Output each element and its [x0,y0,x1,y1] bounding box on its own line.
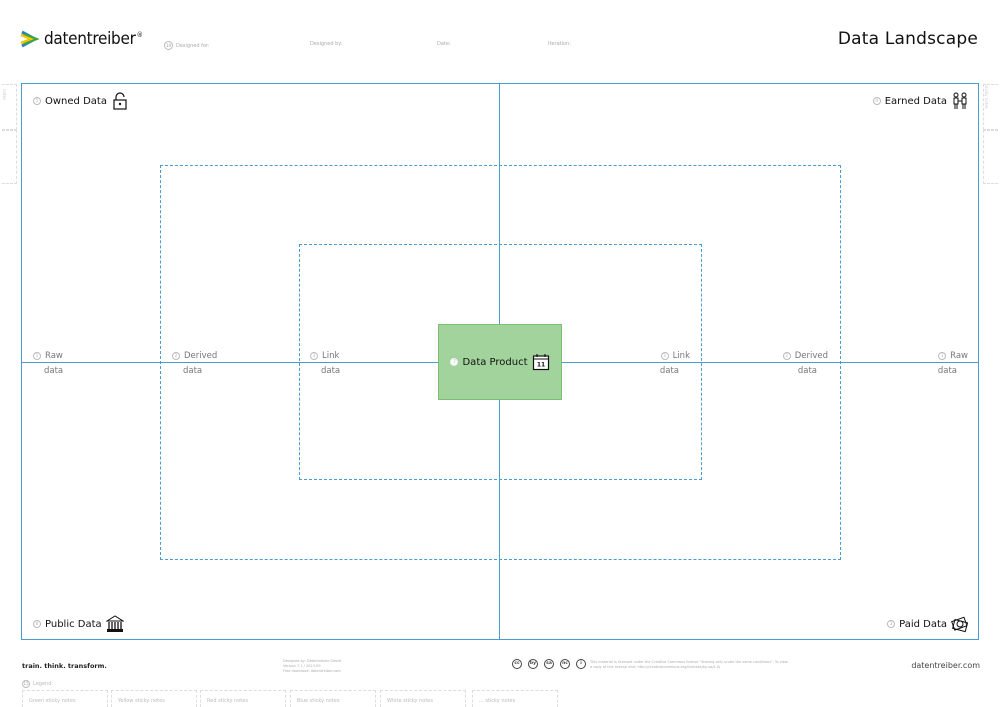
quadrant-label: Public Data [45,618,102,630]
section-number: 3 [660,352,669,360]
quadrant-label: Paid Data [899,618,947,630]
license-text: This material is licensed under the Crea… [590,660,788,669]
legend-other[interactable]: ... sticky notes [472,690,558,707]
brand-name: datentreiber® [44,29,143,49]
info-icon: i [576,659,586,669]
bank-icon [105,615,124,632]
section-number: 7 [450,358,459,366]
canvas-title: Data Landscape [837,29,978,49]
designed-by-field[interactable]: Designed by: [310,41,343,47]
designed-for-field[interactable]: 14 Designed for: [164,41,210,50]
license-icons: cc by sa nc i [512,659,586,669]
website-link[interactable]: datentreiber.com [911,661,980,670]
legend-yellow[interactable]: Yellow sticky notes [111,690,197,707]
people-icon [953,92,967,109]
section-number: 15 [22,680,30,688]
quadrant-public-data: 6 Public Data [33,615,124,633]
legend-red[interactable]: Red sticky notes [200,690,286,707]
svg-text:11: 11 [536,362,544,369]
quadrant-label: Earned Data [884,95,947,107]
axis-label-raw-left: 1 Raw data [33,351,63,376]
tagline: train. think. transform. [22,662,107,670]
data-product-label: Data Product [462,356,528,368]
right-notes-area[interactable]: sticky notes [983,84,998,130]
section-number: 1 [33,352,41,360]
section-number: 2 [782,352,791,360]
left-notes-area[interactable]: notes [2,84,17,130]
section-number: 6 [33,620,41,628]
datentreiber-logo-icon [20,30,40,48]
iteration-field[interactable]: Iteration: [548,41,571,47]
sa-icon: sa [544,659,554,669]
axis-label-raw-right: 1 Raw data [937,351,968,376]
quadrant-earned-data: 4 Earned Data [872,92,969,110]
axis-label-derived-right: 2 Derived data [782,351,828,376]
cc-icon: cc [512,659,522,669]
credits: Designed by: Datentreiber GmbH Version 7… [283,659,342,673]
axis-label-derived-left: 2 Derived data [172,351,217,376]
section-number: 5 [33,97,41,105]
date-field[interactable]: Date: [437,41,451,47]
money-icon [951,616,969,633]
legend-title: 15 Legend: [22,680,54,688]
nc-icon: nc [560,659,570,669]
section-number: 14 [164,41,173,50]
calendar-icon: 11 [532,354,549,371]
quadrant-owned-data: 5 Owned Data [33,92,129,110]
section-number: 1 [938,352,947,360]
right-notes-area-2[interactable] [983,130,998,184]
quadrant-label: Owned Data [45,95,107,107]
section-number: 3 [887,620,896,628]
legend-white[interactable]: White sticky notes [380,690,466,707]
axis-label-link-left: 3 Link data [310,351,340,376]
lock-icon [113,92,127,110]
legend-green[interactable]: Green sticky notes [22,690,108,707]
legend-blue[interactable]: Blue sticky notes [290,690,376,707]
section-number: 2 [172,352,180,360]
section-number: 4 [872,97,881,105]
data-product-box[interactable]: 7 Data Product 11 [438,324,562,400]
quadrant-paid-data: 3 Paid Data [887,615,969,633]
by-icon: by [528,659,538,669]
axis-label-link-right: 3 Link data [659,351,690,376]
section-number: 3 [310,352,318,360]
left-notes-area-2[interactable] [2,130,17,184]
brand-logo: datentreiber® [19,28,143,50]
